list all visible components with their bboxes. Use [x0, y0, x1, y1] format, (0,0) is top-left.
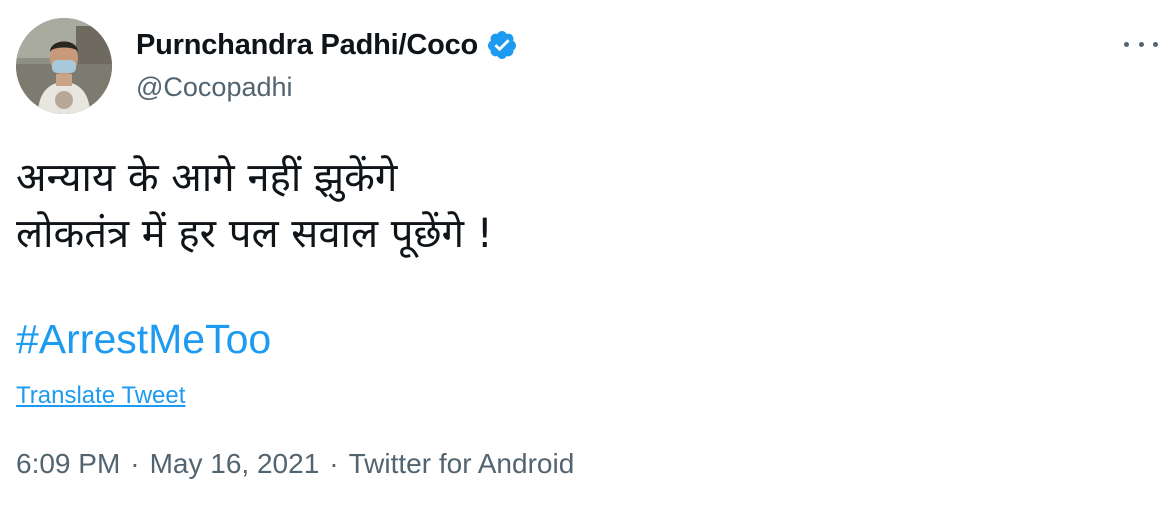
meta-separator: ·	[130, 448, 140, 479]
profile-photo-icon	[16, 18, 112, 114]
tweet-header: Purnchandra Padhi/Coco @Cocopadhi	[16, 18, 1158, 118]
tweet-text: अन्याय के आगे नहीं झुकेंगे लोकतंत्र में …	[16, 150, 493, 262]
name-row: Purnchandra Padhi/Coco	[136, 28, 518, 62]
tweet-meta: 6:09 PM · May 16, 2021 · Twitter for And…	[16, 448, 574, 480]
avatar[interactable]	[16, 18, 112, 114]
tweet: Purnchandra Padhi/Coco @Cocopadhi अन्याय…	[0, 0, 1174, 512]
hashtag-link[interactable]: #ArrestMeToo	[16, 316, 271, 363]
dot	[1153, 41, 1158, 47]
dot	[1124, 41, 1129, 47]
tweet-text-line: लोकतंत्र में हर पल सवाल पूछेंगे !	[16, 211, 493, 257]
meta-separator: ·	[329, 448, 339, 479]
author-info: Purnchandra Padhi/Coco @Cocopadhi	[136, 28, 518, 103]
more-options-icon[interactable]	[1124, 34, 1158, 54]
tweet-text-line: अन्याय के आगे नहीं झुकेंगे	[16, 155, 398, 201]
translate-tweet-link[interactable]: Translate Tweet	[16, 382, 185, 410]
user-handle[interactable]: @Cocopadhi	[136, 72, 518, 103]
tweet-source[interactable]: Twitter for Android	[349, 448, 575, 480]
tweet-date[interactable]: May 16, 2021	[150, 448, 320, 480]
verified-badge-icon	[486, 29, 518, 61]
dot	[1138, 41, 1144, 47]
tweet-time[interactable]: 6:09 PM	[16, 448, 120, 480]
display-name[interactable]: Purnchandra Padhi/Coco	[136, 29, 478, 62]
